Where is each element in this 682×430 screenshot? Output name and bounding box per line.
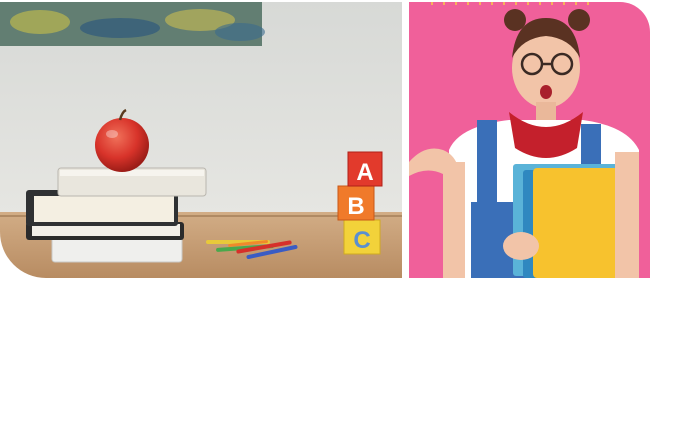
block-letter-c: C (353, 227, 370, 254)
student-portrait-photo (409, 2, 650, 278)
classroom-desk-photo: A B C (0, 2, 402, 278)
block-letter-b: B (347, 193, 364, 220)
student-illustration (409, 2, 650, 278)
classroom-desk-illustration: A B C (0, 2, 402, 278)
image-gallery: A B C (0, 0, 682, 430)
block-letter-a: A (356, 159, 373, 186)
wall-painting (0, 2, 265, 46)
